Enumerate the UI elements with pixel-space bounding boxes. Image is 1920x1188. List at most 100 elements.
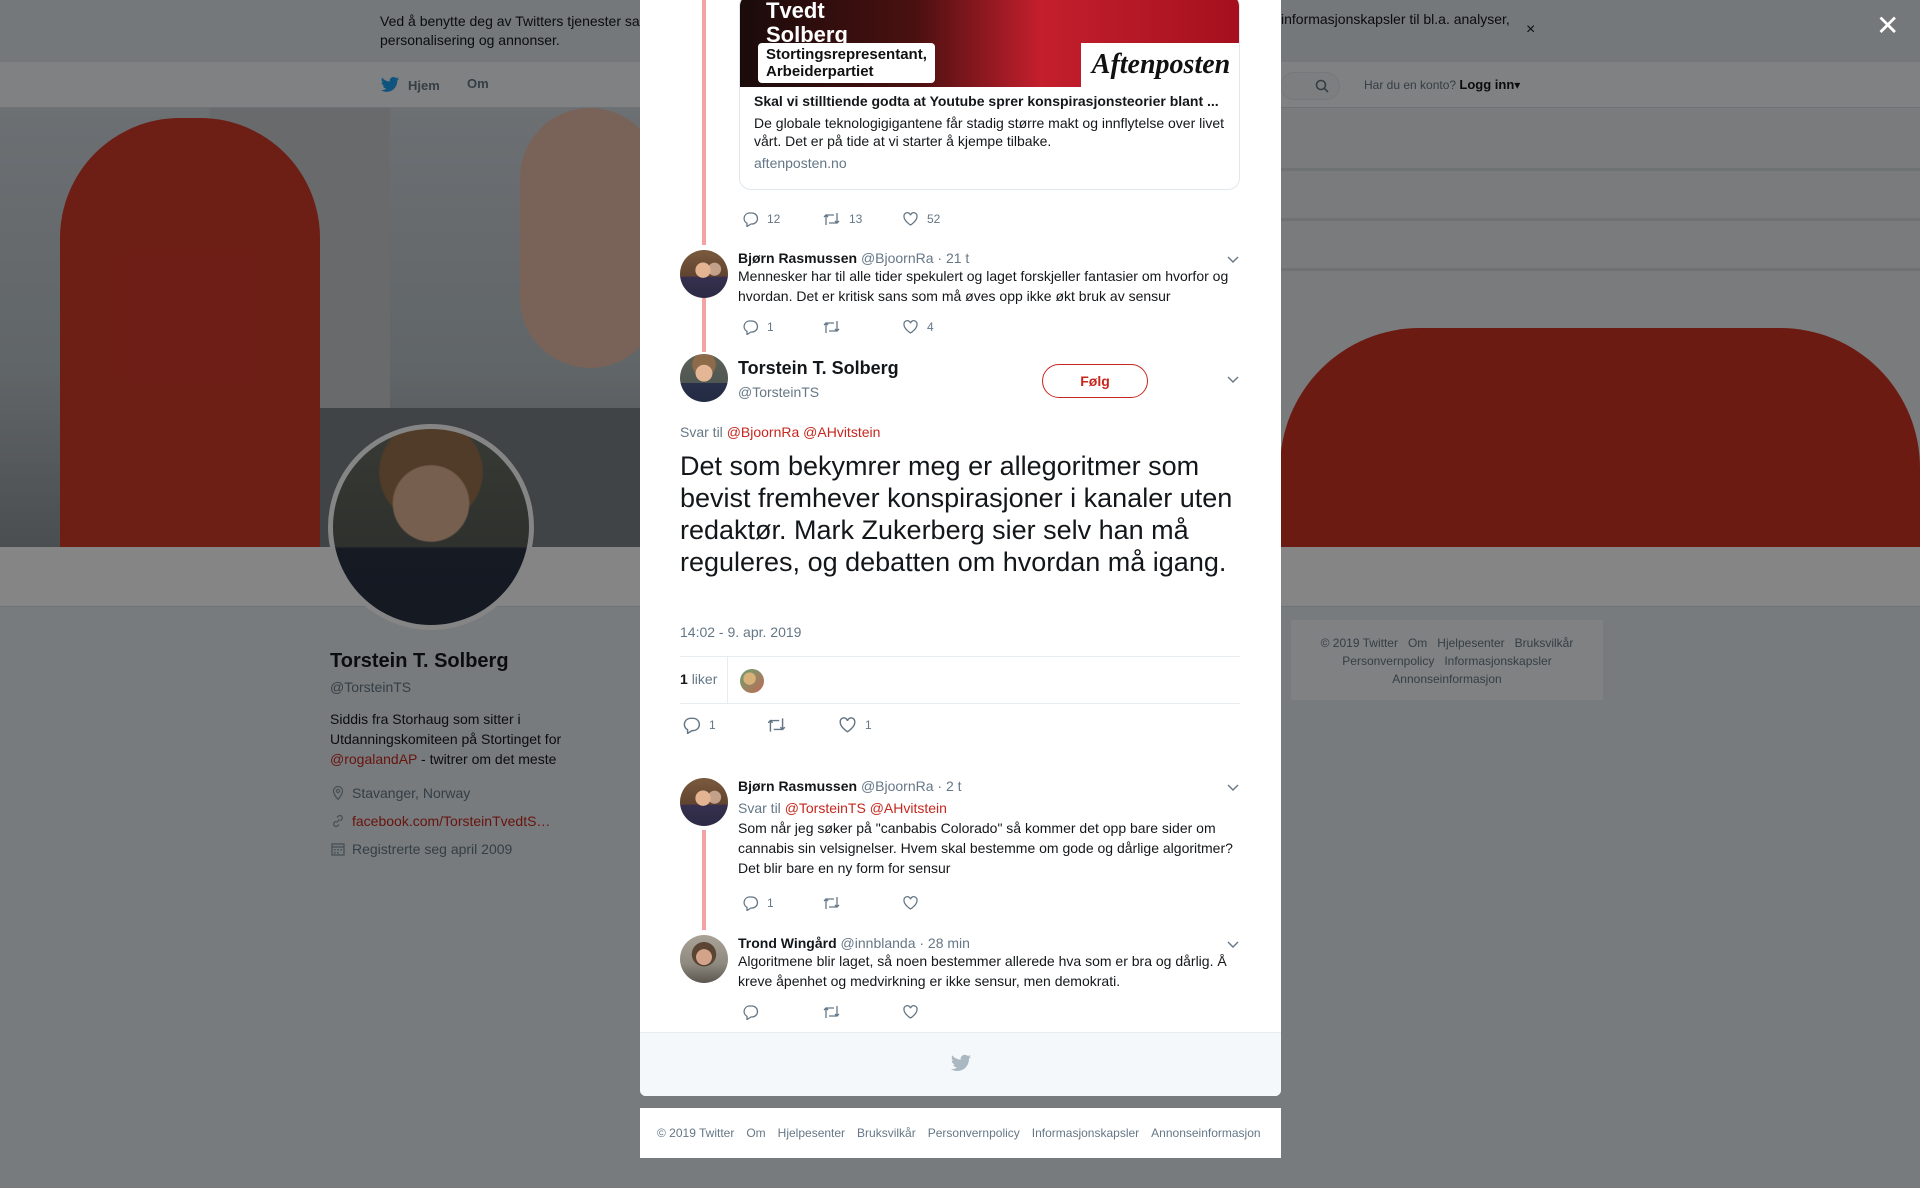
retweet-button[interactable] bbox=[822, 894, 902, 912]
reply-icon bbox=[743, 896, 759, 911]
likes-stat[interactable]: 1 liker bbox=[680, 671, 717, 687]
retweet-count: 13 bbox=[849, 212, 863, 226]
retweet-button[interactable] bbox=[766, 716, 838, 734]
reply-mentions[interactable]: @TorsteinTS @AHvitstein bbox=[785, 800, 947, 816]
tweet-actions bbox=[742, 1003, 982, 1021]
reply-icon bbox=[743, 1005, 759, 1020]
divider bbox=[727, 657, 728, 704]
reply-count: 1 bbox=[767, 896, 774, 910]
twitter-bird-icon bbox=[950, 1054, 972, 1072]
avatar[interactable] bbox=[680, 935, 728, 983]
footer-link[interactable]: Informasjonskapsler bbox=[1032, 1126, 1139, 1140]
footer-link[interactable]: Personvernpolicy bbox=[928, 1126, 1020, 1140]
card-image-caption: Tvedt Solberg bbox=[766, 0, 848, 47]
like-button[interactable]: 1 bbox=[838, 716, 918, 734]
reply-button[interactable]: 12 bbox=[742, 210, 822, 228]
modal-footer: © 2019 Twitter Om Hjelpesenter Bruksvilk… bbox=[640, 1108, 1281, 1158]
likes-stat-count: 1 bbox=[680, 671, 688, 687]
footer-link[interactable]: Annonseinformasjon bbox=[1151, 1126, 1260, 1140]
like-button[interactable]: 4 bbox=[902, 318, 982, 336]
avatar[interactable] bbox=[680, 778, 728, 826]
footer-link[interactable]: Hjelpesenter bbox=[778, 1126, 845, 1140]
retweet-icon bbox=[823, 1006, 840, 1018]
tweet-author-handle[interactable]: @innblanda bbox=[841, 935, 916, 951]
follow-button[interactable]: Følg bbox=[1042, 364, 1148, 398]
card-body: Skal vi stilltiende godta at Youtube spr… bbox=[754, 93, 1232, 171]
tweet-header: Bjørn Rasmussen @BjoornRa · 21 t bbox=[738, 250, 969, 266]
like-button[interactable] bbox=[902, 894, 982, 912]
tweet-author-handle[interactable]: @TorsteinTS bbox=[738, 384, 819, 400]
retweet-icon bbox=[823, 897, 840, 909]
reply-button[interactable] bbox=[742, 1003, 822, 1021]
chevron-down-icon[interactable] bbox=[1226, 254, 1240, 264]
like-button[interactable] bbox=[902, 1003, 982, 1021]
card-description: De globale teknologigigantene får stadig… bbox=[754, 115, 1225, 149]
reply-tweet[interactable]: Bjørn Rasmussen @BjoornRa · 2 t Svar til… bbox=[680, 778, 1240, 888]
reply-context: Svar til @TorsteinTS @AHvitstein bbox=[738, 798, 1238, 818]
retweet-button[interactable]: 13 bbox=[822, 210, 902, 228]
tweet-author-name[interactable]: Bjørn Rasmussen bbox=[738, 778, 857, 794]
retweet-button[interactable] bbox=[822, 1003, 902, 1021]
aftenposten-logo: Aftenposten bbox=[1081, 43, 1239, 87]
like-button[interactable]: 52 bbox=[902, 210, 982, 228]
footer-link[interactable]: © 2019 Twitter bbox=[657, 1126, 734, 1140]
tweet-author-name[interactable]: Trond Wingård bbox=[738, 935, 837, 951]
tweet-actions: 12 13 52 bbox=[742, 210, 982, 228]
chevron-down-icon[interactable] bbox=[1226, 374, 1240, 384]
reply-count: 1 bbox=[767, 320, 774, 334]
chevron-down-icon[interactable] bbox=[1226, 782, 1240, 792]
tweet-text: Algoritmene blir laget, så noen bestemme… bbox=[738, 953, 1227, 989]
tweet-time[interactable]: · 28 min bbox=[919, 935, 970, 951]
heart-icon bbox=[903, 895, 918, 910]
reply-count: 12 bbox=[767, 212, 781, 226]
liker-avatar[interactable] bbox=[740, 669, 764, 693]
card-image-tag: Stortingsrepresentant, Arbeiderpartiet bbox=[758, 43, 935, 83]
thread-line bbox=[702, 0, 706, 245]
card-domain: aftenposten.no bbox=[754, 155, 847, 171]
tweet-actions: 1 1 bbox=[682, 716, 918, 734]
heart-icon bbox=[903, 1004, 918, 1019]
link-preview-card[interactable]: Tvedt Solberg Stortingsrepresentant, Arb… bbox=[739, 0, 1240, 190]
reply-button[interactable]: 1 bbox=[742, 318, 822, 336]
reply-icon bbox=[743, 212, 759, 227]
tweet-author-name[interactable]: Torstein T. Solberg bbox=[738, 358, 899, 379]
chevron-down-icon[interactable] bbox=[1226, 939, 1240, 949]
avatar[interactable] bbox=[680, 250, 728, 298]
tweet-modal: Tvedt Solberg Stortingsrepresentant, Arb… bbox=[640, 0, 1281, 1096]
tweet-actions: 1 4 bbox=[742, 318, 982, 336]
reply-icon bbox=[743, 320, 759, 335]
tweet-header: Bjørn Rasmussen @BjoornRa · 2 t bbox=[738, 778, 962, 794]
like-count: 1 bbox=[865, 718, 872, 732]
footer-link[interactable]: Bruksvilkår bbox=[857, 1126, 916, 1140]
reply-count: 1 bbox=[709, 718, 716, 732]
tweet-timestamp[interactable]: 14:02 - 9. apr. 2019 bbox=[680, 624, 801, 640]
retweet-icon bbox=[767, 718, 786, 732]
tweet-author-handle[interactable]: @BjoornRa bbox=[861, 778, 934, 794]
tweet-author-name[interactable]: Bjørn Rasmussen bbox=[738, 250, 857, 266]
like-count: 52 bbox=[927, 212, 941, 226]
reply-prefix: Svar til bbox=[738, 800, 781, 816]
retweet-icon bbox=[823, 213, 840, 225]
heart-icon bbox=[903, 319, 918, 334]
heart-icon bbox=[903, 211, 918, 226]
heart-icon bbox=[839, 717, 856, 733]
likes-stat-label: liker bbox=[691, 671, 718, 687]
tweet-actions: 1 bbox=[742, 894, 982, 912]
reply-button[interactable]: 1 bbox=[742, 894, 822, 912]
card-title: Skal vi stilltiende godta at Youtube spr… bbox=[754, 93, 1219, 109]
reply-prefix: Svar til bbox=[680, 424, 723, 440]
avatar[interactable] bbox=[680, 354, 728, 402]
modal-bottom-bar bbox=[640, 1032, 1281, 1096]
tweet-text: Mennesker har til alle tider spekulert o… bbox=[738, 268, 1229, 304]
tweet-header: Trond Wingård @innblanda · 28 min bbox=[738, 935, 970, 951]
retweet-button[interactable] bbox=[822, 318, 902, 336]
overlay-close-button[interactable]: ✕ bbox=[1876, 12, 1899, 40]
footer-link[interactable]: Om bbox=[746, 1126, 765, 1140]
reply-context: Svar til @BjoornRa @AHvitstein bbox=[680, 424, 880, 440]
tweet-time[interactable]: · 21 t bbox=[937, 250, 969, 266]
reply-mentions[interactable]: @BjoornRa @AHvitstein bbox=[727, 424, 881, 440]
focused-tweet-text: Det som bekymrer meg er allegoritmer som… bbox=[680, 451, 1233, 577]
tweet-time[interactable]: · 2 t bbox=[937, 778, 961, 794]
reply-icon bbox=[683, 717, 701, 734]
tweet-author-handle[interactable]: @BjoornRa bbox=[861, 250, 934, 266]
